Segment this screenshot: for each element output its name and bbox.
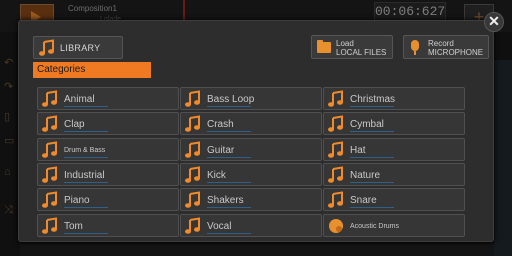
composition-name: Composition1: [68, 4, 117, 13]
category-label: Shakers: [207, 195, 244, 207]
category-underline: [350, 131, 394, 133]
category-underline: [207, 232, 251, 234]
category-tile[interactable]: Hat: [323, 137, 465, 161]
category-tile[interactable]: Guitar: [180, 137, 322, 161]
music-note-icon: [42, 115, 57, 133]
record-line1: Record: [428, 39, 454, 48]
time-display: 00:06:627: [374, 2, 446, 22]
category-label: Bass Loop: [207, 94, 255, 105]
music-note-icon: [185, 166, 200, 183]
category-underline: [207, 156, 251, 158]
category-tile[interactable]: Drum & Bass: [37, 137, 179, 161]
category-tile[interactable]: Christmas: [323, 87, 465, 110]
category-tile[interactable]: Tom: [37, 213, 179, 237]
category-tile[interactable]: Animal: [37, 87, 179, 110]
category-underline: [350, 181, 394, 183]
music-note-icon: [328, 140, 343, 158]
category-label: Nature: [350, 169, 381, 181]
category-underline: [64, 232, 108, 234]
music-note-icon: [42, 166, 57, 183]
left-tool-rail: ↶ ↷ ▯ ▭ ⌂ ⤨: [0, 32, 20, 256]
category-label: Animal: [64, 94, 95, 105]
category-tile[interactable]: Vocal: [180, 213, 322, 237]
shuffle-icon[interactable]: ⤨: [4, 204, 13, 217]
music-note-icon: [42, 191, 57, 208]
music-note-icon: [39, 39, 54, 56]
file-icon[interactable]: ▯: [4, 110, 10, 123]
load-line1: Load: [336, 39, 354, 48]
category-underline: [64, 207, 108, 209]
load-local-files-button[interactable]: Load LOCAL FILES: [311, 35, 393, 59]
category-underline: [207, 207, 251, 209]
close-button[interactable]: ✕: [484, 12, 504, 32]
category-underline: [350, 156, 394, 158]
category-label: Tom: [64, 220, 83, 232]
category-label: Snare: [350, 195, 377, 207]
category-label: Piano: [64, 195, 90, 207]
category-tile[interactable]: Bass Loop: [180, 87, 322, 110]
music-note-icon: [328, 115, 343, 133]
record-microphone-button[interactable]: Record MICROPHONE: [403, 35, 489, 59]
category-tile[interactable]: Kick: [180, 162, 322, 186]
category-underline: [207, 106, 251, 107]
category-underline: [207, 181, 251, 183]
bottom-bar: [20, 244, 494, 256]
category-label: Cymbal: [350, 119, 384, 131]
microphone-icon: [411, 40, 419, 51]
load-line2: LOCAL FILES: [336, 48, 387, 57]
music-note-icon: [42, 90, 57, 107]
category-label: Acoustic Drums: [350, 222, 400, 230]
category-label: Vocal: [207, 220, 232, 232]
category-underline: [64, 131, 108, 133]
category-tile[interactable]: Shakers: [180, 188, 322, 212]
category-label: Drum & Bass: [64, 146, 106, 154]
category-tile[interactable]: Snare: [323, 188, 465, 212]
redo-icon[interactable]: ↷: [4, 80, 13, 93]
category-label: Guitar: [207, 144, 235, 156]
music-note-icon: [328, 191, 343, 208]
undo-icon[interactable]: ↶: [4, 56, 13, 69]
record-line2: MICROPHONE: [428, 48, 484, 57]
music-note-icon: [185, 216, 200, 234]
music-note-icon: [185, 90, 200, 107]
folder-icon: [317, 40, 331, 53]
music-note-icon: [185, 191, 200, 208]
music-note-icon: [328, 90, 343, 107]
categories-header: Categories: [33, 62, 151, 78]
category-underline: [350, 207, 394, 209]
category-label: Kick: [207, 169, 226, 181]
folder-icon[interactable]: ▭: [4, 134, 14, 147]
category-label: Christmas: [350, 94, 396, 105]
music-note-icon: [42, 216, 57, 234]
category-tile[interactable]: Industrial: [37, 162, 179, 186]
category-underline: [207, 131, 251, 133]
category-tile[interactable]: Cymbal: [323, 112, 465, 136]
record-button-text: Record MICROPHONE: [428, 39, 483, 57]
category-underline: [64, 156, 108, 158]
category-tile[interactable]: Crash: [180, 112, 322, 136]
music-note-icon: [42, 140, 57, 158]
library-dialog: LIBRARY Load LOCAL FILES Record MICROPHO…: [18, 20, 494, 242]
music-note-icon: [328, 166, 343, 183]
load-button-text: Load LOCAL FILES: [336, 39, 386, 57]
category-tile[interactable]: Clap: [37, 112, 179, 136]
music-note-icon: [185, 115, 200, 133]
category-underline: [64, 106, 108, 107]
category-tile[interactable]: Piano: [37, 188, 179, 212]
category-tile[interactable]: Nature: [323, 162, 465, 186]
category-tile[interactable]: Acoustic Drums: [323, 213, 465, 237]
home-icon[interactable]: ⌂: [4, 166, 11, 178]
categories-grid[interactable]: Animal Bass Loop Christmas Clap Crash Cymbal D…: [33, 81, 497, 241]
category-underline: [64, 181, 108, 183]
music-note-icon: [185, 140, 200, 158]
category-label: Industrial: [64, 169, 105, 181]
category-label: Crash: [207, 119, 234, 131]
category-underline: [350, 106, 394, 107]
category-label: Hat: [350, 144, 366, 156]
library-button[interactable]: LIBRARY: [33, 36, 123, 59]
microphone-stand-icon: [414, 51, 416, 55]
drum-kit-icon: [329, 218, 343, 233]
category-label: Clap: [64, 119, 85, 131]
library-label: LIBRARY: [60, 43, 101, 53]
